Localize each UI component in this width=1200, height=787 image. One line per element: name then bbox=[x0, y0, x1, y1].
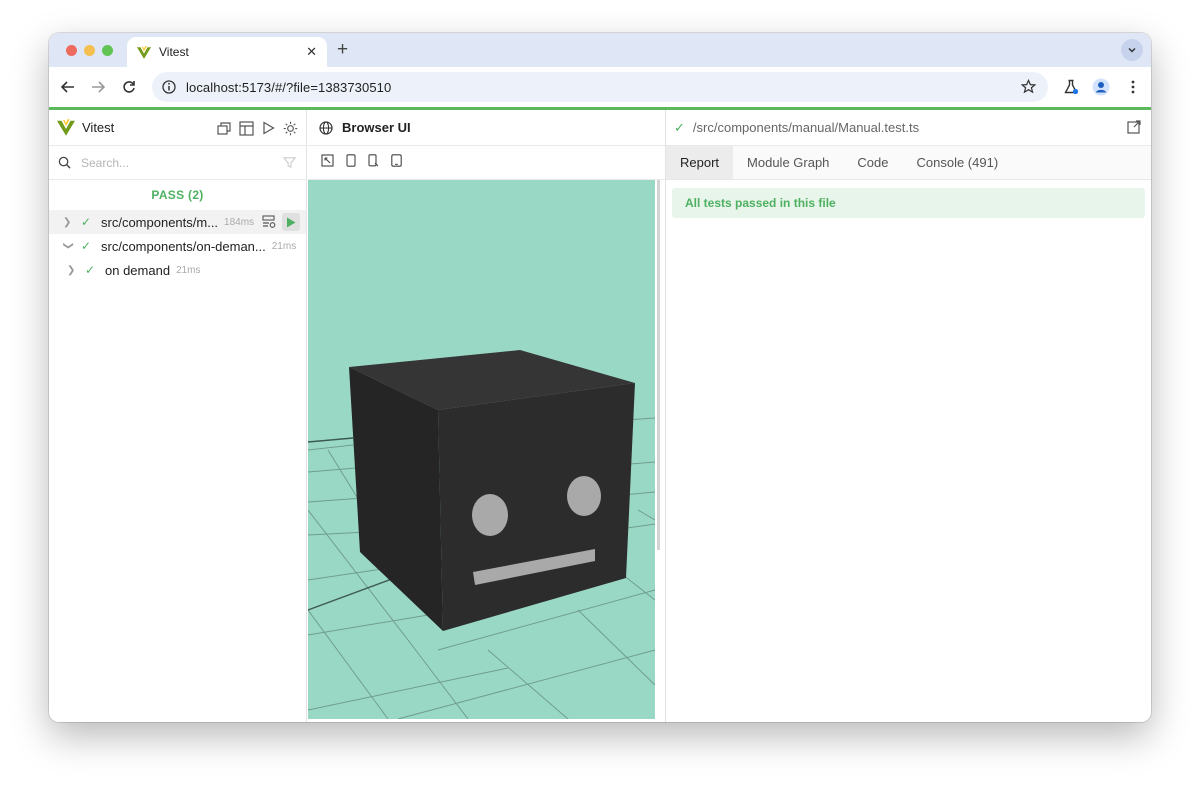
browser-window: Vitest ✕ + localhost:5173/#/?file=138373… bbox=[49, 33, 1151, 722]
open-report-button[interactable] bbox=[260, 213, 278, 231]
browser-pane-header: Browser UI bbox=[308, 110, 665, 146]
arrow-right-icon bbox=[92, 81, 105, 93]
profile-button[interactable] bbox=[1091, 77, 1111, 97]
dashboard-button[interactable] bbox=[238, 120, 254, 136]
fit-viewport-button[interactable] bbox=[321, 153, 334, 172]
reload-icon bbox=[123, 81, 135, 93]
more-vertical-icon bbox=[1131, 80, 1135, 94]
new-tab-button[interactable]: + bbox=[337, 39, 348, 61]
avatar-icon bbox=[1092, 78, 1110, 96]
pass-status-banner: All tests passed in this file bbox=[672, 188, 1145, 218]
duration: 184ms bbox=[224, 216, 255, 228]
duration: 21ms bbox=[271, 240, 297, 252]
tab-report[interactable]: Report bbox=[666, 146, 734, 179]
test-suite-row[interactable]: ❯ ✓ on demand 21ms bbox=[49, 258, 306, 282]
test-file-path: /src/components/manual/Manual.test.ts bbox=[692, 120, 920, 135]
dashboard-icon bbox=[238, 120, 254, 136]
sun-icon bbox=[283, 121, 297, 135]
minimize-window-button[interactable] bbox=[84, 45, 95, 56]
browser-tab[interactable]: Vitest ✕ bbox=[127, 37, 327, 67]
search-bar: Search... bbox=[49, 146, 306, 180]
app-name: Vitest bbox=[82, 120, 115, 135]
check-icon: ✓ bbox=[85, 263, 96, 277]
bookmark-star-icon[interactable] bbox=[1021, 79, 1036, 94]
tab-strip: Vitest ✕ + bbox=[49, 33, 1151, 67]
labs-button[interactable] bbox=[1061, 77, 1081, 97]
file-name: src/components/on-deman... bbox=[101, 238, 266, 254]
run-file-button[interactable] bbox=[282, 213, 300, 231]
vitest-logo-icon bbox=[137, 45, 151, 59]
browser-toolbar: localhost:5173/#/?file=1383730510 bbox=[49, 67, 1151, 107]
collapse-all-button[interactable] bbox=[216, 120, 232, 136]
browser-pane-title: Browser UI bbox=[342, 120, 411, 135]
chevron-right-icon[interactable]: ❯ bbox=[67, 265, 77, 276]
rotate-viewport-button[interactable] bbox=[368, 153, 379, 172]
left-eye bbox=[472, 494, 508, 536]
report-pane: ✓ /src/components/manual/Manual.test.ts … bbox=[665, 110, 1151, 722]
duration: 21ms bbox=[176, 264, 201, 276]
cube-left-face bbox=[349, 367, 443, 631]
url-text[interactable]: localhost:5173/#/?file=1383730510 bbox=[186, 80, 391, 95]
close-tab-icon[interactable]: ✕ bbox=[306, 44, 317, 60]
browser-ui-pane: Browser UI bbox=[308, 110, 665, 722]
tab-search-button[interactable] bbox=[1121, 39, 1143, 61]
suite-name: on demand bbox=[105, 262, 171, 278]
chevron-down-icon bbox=[1128, 47, 1136, 53]
external-link-icon[interactable] bbox=[1127, 120, 1141, 134]
arrow-left-icon bbox=[61, 81, 74, 93]
cube-face-scene bbox=[308, 350, 655, 719]
list-details-icon bbox=[262, 215, 276, 228]
vitest-logo-icon bbox=[57, 119, 75, 136]
pane-resize-handle[interactable] bbox=[657, 180, 660, 550]
check-icon: ✓ bbox=[674, 119, 685, 135]
tab-console[interactable]: Console (491) bbox=[903, 146, 1013, 179]
pass-section-title: PASS (2) bbox=[151, 188, 204, 202]
play-icon bbox=[287, 217, 296, 227]
globe-icon bbox=[319, 120, 333, 135]
tab-code[interactable]: Code bbox=[843, 146, 902, 179]
component-preview-viewport[interactable] bbox=[308, 180, 655, 719]
test-file-row[interactable]: ❯ ✓ src/components/m... 184ms bbox=[49, 210, 306, 234]
search-input[interactable]: Search... bbox=[81, 156, 129, 170]
search-icon bbox=[58, 156, 71, 169]
tab-title: Vitest bbox=[159, 45, 189, 59]
phone-rotate-icon bbox=[368, 153, 379, 166]
chevron-down-icon[interactable]: ❯ bbox=[63, 241, 74, 251]
tablet-viewport-button[interactable] bbox=[391, 153, 402, 172]
reload-button[interactable] bbox=[119, 77, 139, 97]
tab-module-graph[interactable]: Module Graph bbox=[733, 146, 843, 179]
browser-menu-button[interactable] bbox=[1123, 77, 1143, 97]
test-file-row[interactable]: ❯ ✓ src/components/on-deman... 21ms bbox=[49, 234, 306, 258]
mobile-viewport-button[interactable] bbox=[346, 153, 356, 172]
run-all-button[interactable] bbox=[260, 120, 276, 136]
cube-front-face bbox=[438, 383, 635, 631]
report-header: ✓ /src/components/manual/Manual.test.ts bbox=[666, 110, 1151, 146]
forward-button[interactable] bbox=[88, 77, 108, 97]
back-button[interactable] bbox=[58, 77, 78, 97]
right-eye bbox=[567, 476, 601, 516]
vitest-app: Vitest Search... PASS (2) ❯ ✓ src/compon… bbox=[49, 110, 1151, 722]
report-body: All tests passed in this file bbox=[666, 180, 1151, 226]
tablet-icon bbox=[391, 153, 402, 167]
sidebar-header: Vitest bbox=[49, 110, 306, 146]
report-tabs: Report Module Graph Code Console (491) bbox=[666, 146, 1151, 180]
maximize-window-button[interactable] bbox=[102, 45, 113, 56]
chevron-right-icon[interactable]: ❯ bbox=[63, 217, 73, 228]
collapse-icon bbox=[216, 122, 231, 135]
file-name: src/components/m... bbox=[101, 214, 219, 230]
address-bar[interactable]: localhost:5173/#/?file=1383730510 bbox=[152, 72, 1048, 102]
phone-icon bbox=[346, 153, 356, 167]
toggle-theme-button[interactable] bbox=[282, 120, 298, 136]
check-icon: ✓ bbox=[81, 215, 92, 229]
close-window-button[interactable] bbox=[66, 45, 77, 56]
filter-icon[interactable] bbox=[283, 156, 296, 169]
play-icon bbox=[262, 121, 275, 135]
check-icon: ✓ bbox=[81, 239, 92, 253]
flask-icon bbox=[1064, 79, 1079, 95]
viewport-toolbar bbox=[308, 146, 665, 180]
maximize-icon bbox=[321, 153, 334, 167]
test-explorer-sidebar: Vitest Search... PASS (2) ❯ ✓ src/compon… bbox=[49, 110, 307, 722]
site-info-icon[interactable] bbox=[162, 80, 176, 94]
